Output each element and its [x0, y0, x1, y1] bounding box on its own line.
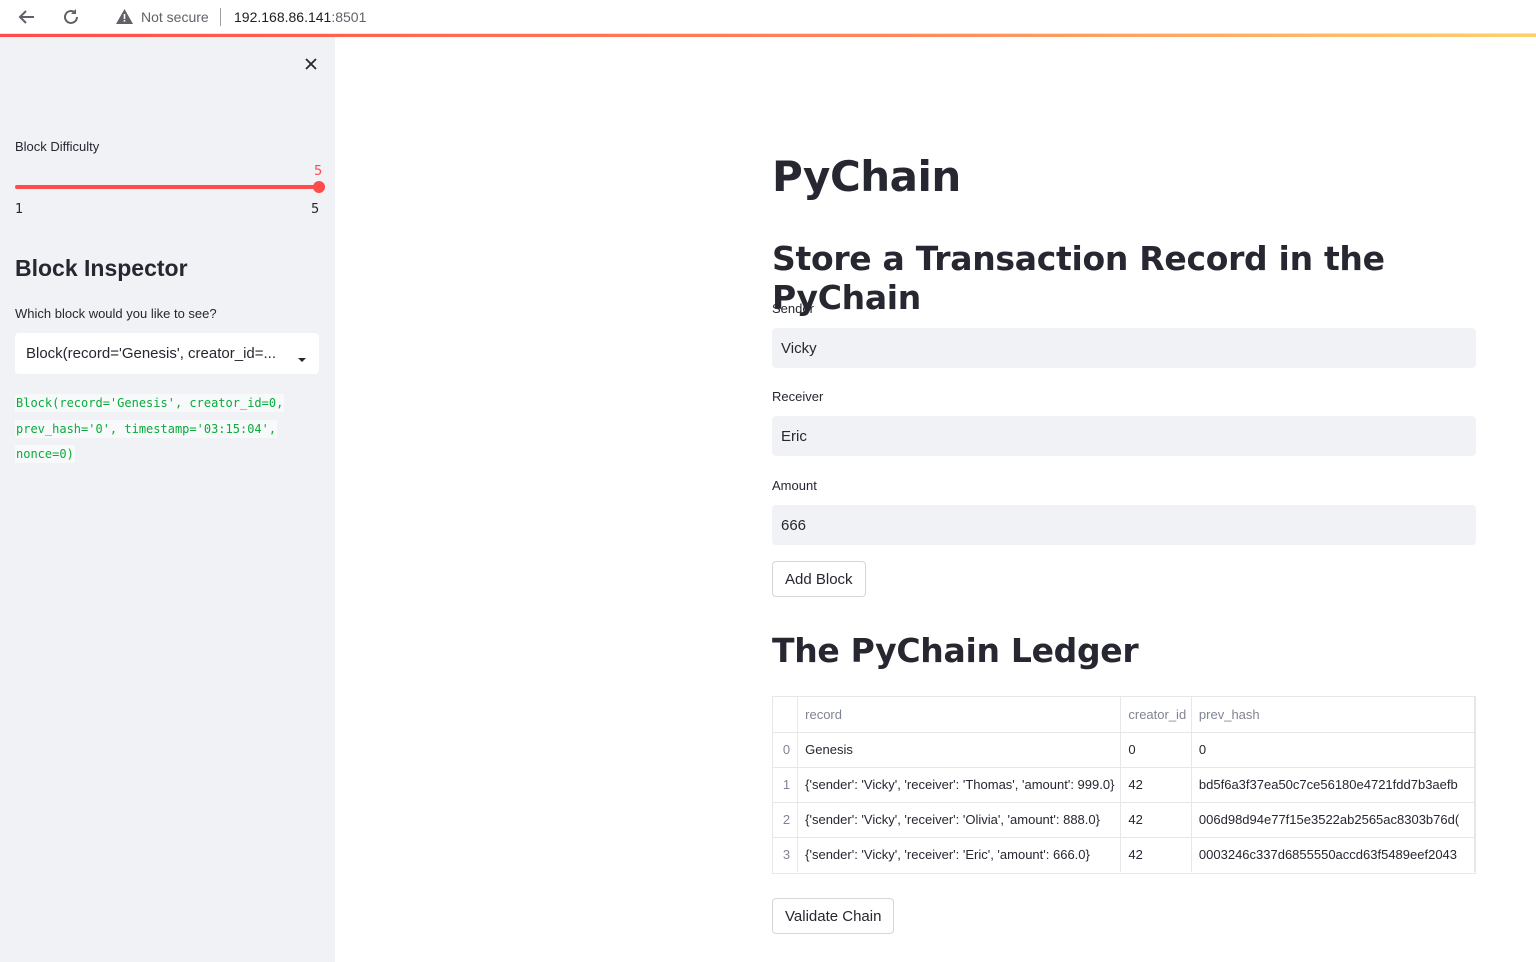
slider-label: Block Difficulty: [15, 139, 100, 154]
code-line: prev_hash='0', timestamp='03:15:04',: [15, 419, 278, 438]
block-inspector-heading: Block Inspector: [15, 255, 188, 281]
block-select[interactable]: Block(record='Genesis', creator_id=...: [15, 333, 319, 374]
block-code-output: Block(record='Genesis', creator_id=0, pr…: [15, 391, 315, 468]
chevron-down-icon[interactable]: [297, 350, 307, 368]
cell-creator-id[interactable]: 0: [1120, 732, 1192, 768]
cell-creator-id[interactable]: 42: [1120, 802, 1192, 838]
slider-max-label: 5: [311, 202, 320, 217]
slider-current-value: 5: [314, 164, 323, 179]
row-index: 2: [773, 802, 799, 838]
cell-creator-id[interactable]: 42: [1120, 767, 1192, 803]
cell-prev-hash[interactable]: 0003246c337d6855550accd63f5489eef2043: [1191, 837, 1475, 872]
row-index: 3: [773, 837, 799, 872]
receiver-input[interactable]: [772, 416, 1476, 456]
cell-creator-id[interactable]: 42: [1120, 837, 1192, 872]
code-line: Block(record='Genesis', creator_id=0,: [15, 394, 285, 412]
add-block-button[interactable]: Add Block: [772, 561, 866, 597]
select-value: Block(record='Genesis', creator_id=...: [26, 345, 277, 362]
cell-prev-hash[interactable]: 0: [1191, 732, 1475, 768]
ledger-table[interactable]: record creator_id prev_hash 0 Genesis 0 …: [772, 696, 1476, 874]
page-title: PyChain: [772, 152, 961, 201]
sender-input[interactable]: [772, 328, 1476, 368]
receiver-label: Receiver: [772, 389, 824, 404]
cell-record[interactable]: {'sender': 'Vicky', 'receiver': 'Eric', …: [797, 837, 1122, 872]
url-port: :8501: [331, 9, 367, 25]
table-row: 1 {'sender': 'Vicky', 'receiver': 'Thoma…: [773, 767, 1475, 803]
warning-icon: [116, 9, 133, 29]
cell-prev-hash[interactable]: 006d98d94e77f15e3522ab2565ac8303b76d(: [1191, 802, 1475, 838]
slider-thumb[interactable]: [313, 181, 325, 193]
slider-min-label: 1: [15, 202, 24, 217]
select-label: Which block would you like to see?: [15, 306, 217, 321]
cell-record[interactable]: Genesis: [797, 732, 1122, 768]
cell-prev-hash[interactable]: bd5f6a3f37ea50c7ce56180e4721fdd7b3aefb: [1191, 767, 1475, 803]
table-row: 0 Genesis 0 0: [773, 732, 1475, 768]
url-text[interactable]: 192.168.86.141:8501: [234, 9, 366, 25]
code-line: nonce=0): [15, 445, 75, 463]
close-icon[interactable]: [300, 53, 322, 75]
cell-record[interactable]: {'sender': 'Vicky', 'receiver': 'Olivia'…: [797, 802, 1122, 838]
row-index: 1: [773, 767, 799, 803]
sender-label: Sender: [772, 301, 814, 316]
column-header-creator-id[interactable]: creator_id: [1120, 697, 1192, 733]
divider: [220, 8, 221, 26]
browser-toolbar: Not secure 192.168.86.141:8501: [0, 0, 1536, 34]
ledger-title: The PyChain Ledger: [772, 631, 1139, 670]
cell-record[interactable]: {'sender': 'Vicky', 'receiver': 'Thomas'…: [797, 767, 1122, 803]
url-host: 192.168.86.141: [234, 9, 332, 25]
security-label[interactable]: Not secure: [141, 9, 209, 25]
section-title: Store a Transaction Record in the PyChai…: [772, 239, 1385, 317]
sidebar: Block Difficulty 5 1 5 Block Inspector W…: [0, 37, 335, 962]
address-bar[interactable]: Not secure 192.168.86.141:8501: [100, 2, 1536, 32]
validate-chain-button[interactable]: Validate Chain: [772, 898, 895, 934]
row-index: 0: [773, 732, 799, 768]
table-row: 2 {'sender': 'Vicky', 'receiver': 'Olivi…: [773, 802, 1475, 838]
amount-label: Amount: [772, 478, 817, 493]
column-header-prev-hash[interactable]: prev_hash: [1191, 697, 1475, 733]
back-arrow-icon[interactable]: [14, 4, 40, 30]
amount-input[interactable]: [772, 505, 1476, 545]
table-row: 3 {'sender': 'Vicky', 'receiver': 'Eric'…: [773, 837, 1475, 872]
column-header-record[interactable]: record: [797, 697, 1122, 733]
main-content: PyChain Store a Transaction Record in th…: [335, 37, 1536, 962]
reload-icon[interactable]: [58, 4, 84, 30]
slider-track[interactable]: [15, 185, 319, 189]
column-header-index: [773, 697, 799, 733]
table-header-row: record creator_id prev_hash: [773, 697, 1475, 733]
